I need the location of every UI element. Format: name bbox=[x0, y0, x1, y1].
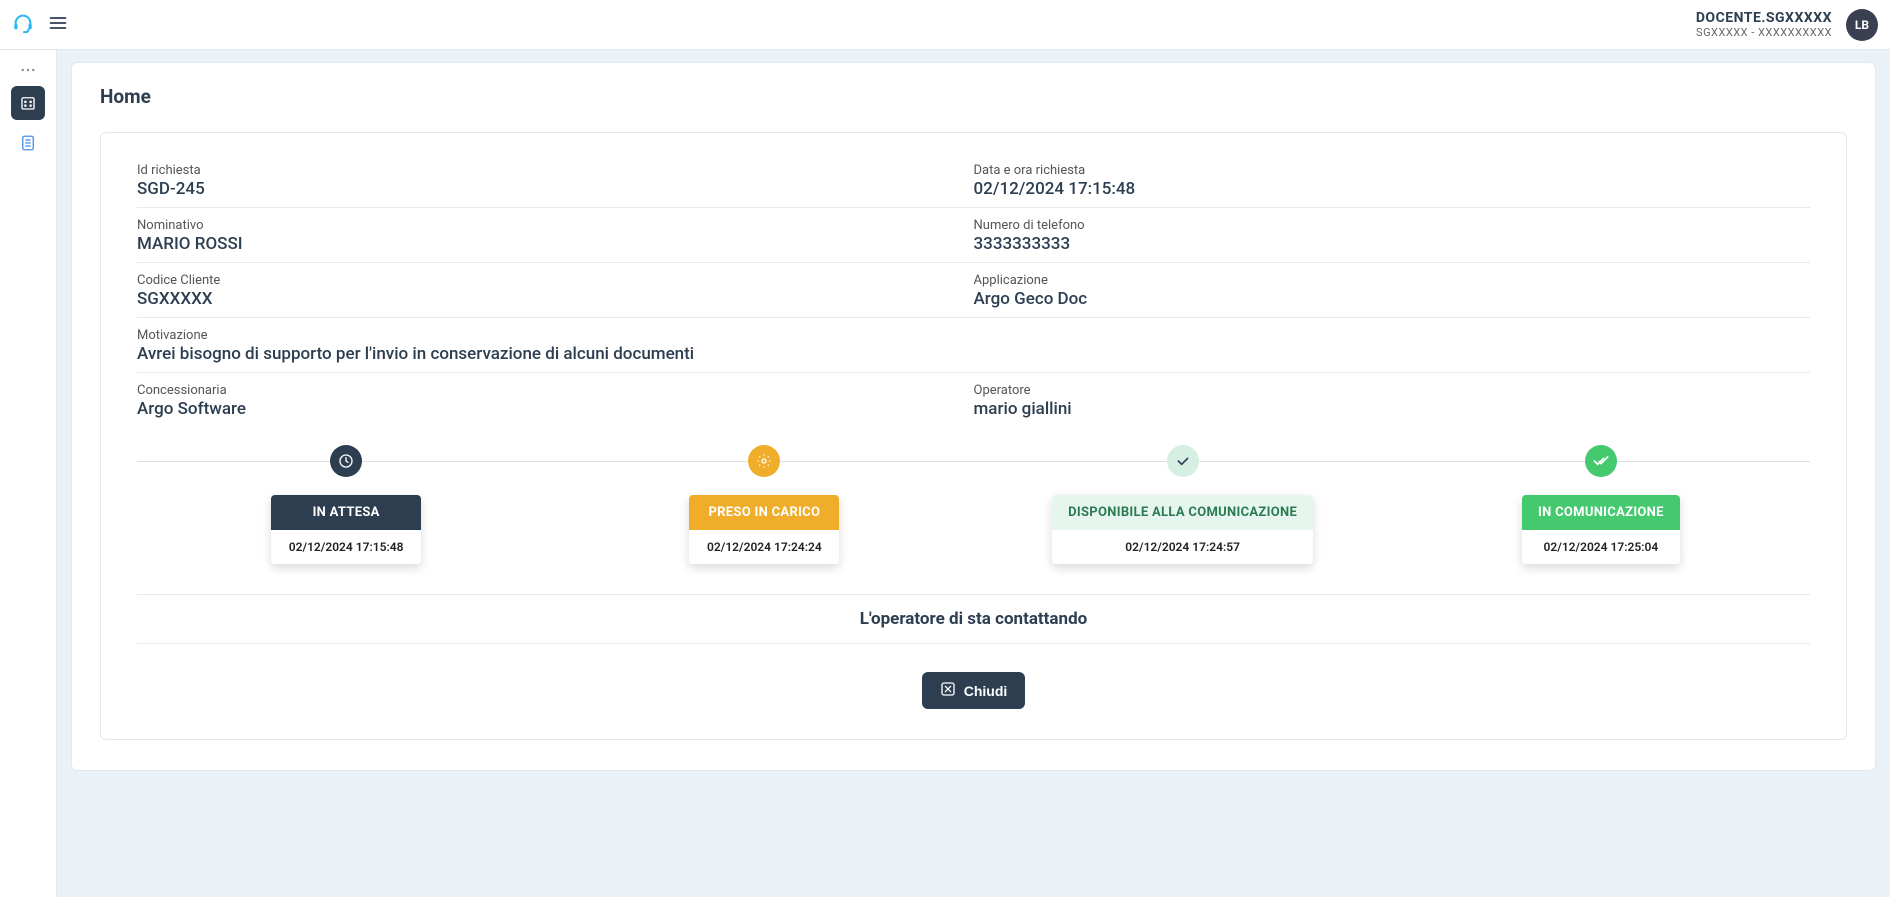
headset-icon bbox=[12, 12, 34, 38]
step-title: IN COMUNICAZIONE bbox=[1522, 495, 1680, 530]
step-title: IN ATTESA bbox=[271, 495, 421, 530]
step-taken: PRESO IN CARICO 02/12/2024 17:24:24 bbox=[555, 445, 973, 564]
topbar: DOCENTE.SGXXXXX SGXXXXX - XXXXXXXXXX LB bbox=[0, 0, 1890, 50]
request-detail-card: Id richiesta SGD-245 Data e ora richiest… bbox=[100, 132, 1847, 740]
user-line2: SGXXXXX - XXXXXXXXXX bbox=[1696, 26, 1832, 39]
value-motivation: Avrei bisogno di supporto per l'invio in… bbox=[137, 344, 1810, 364]
status-message: L'operatore di sta contattando bbox=[137, 609, 1810, 629]
page-card: Home Id richiesta SGD-245 Data e ora ric… bbox=[71, 62, 1876, 771]
value-dealer: Argo Software bbox=[137, 399, 974, 419]
label-name: Nominativo bbox=[137, 218, 974, 233]
step-title: DISPONIBILE ALLA COMUNICAZIONE bbox=[1052, 495, 1313, 530]
label-phone: Numero di telefono bbox=[974, 218, 1811, 233]
value-date: 02/12/2024 17:15:48 bbox=[974, 179, 1811, 199]
user-line1: DOCENTE.SGXXXXX bbox=[1696, 10, 1832, 27]
menu-toggle-button[interactable] bbox=[48, 13, 68, 37]
step-title: PRESO IN CARICO bbox=[689, 495, 839, 530]
double-check-icon bbox=[1585, 445, 1617, 477]
step-time: 02/12/2024 17:24:24 bbox=[689, 530, 839, 564]
label-motivation: Motivazione bbox=[137, 328, 1810, 343]
value-name: MARIO ROSSI bbox=[137, 234, 974, 254]
label-operator: Operatore bbox=[974, 383, 1811, 398]
sidebar-more-icon[interactable] bbox=[11, 60, 45, 80]
avatar-initials: LB bbox=[1855, 18, 1869, 32]
value-phone: 3333333333 bbox=[974, 234, 1811, 254]
check-icon bbox=[1167, 445, 1199, 477]
gear-icon bbox=[748, 445, 780, 477]
value-operator: mario giallini bbox=[974, 399, 1811, 419]
close-button[interactable]: Chiudi bbox=[922, 672, 1026, 709]
sidebar-item-home[interactable] bbox=[11, 86, 45, 120]
step-available: DISPONIBILE ALLA COMUNICAZIONE 02/12/202… bbox=[974, 445, 1392, 564]
label-app: Applicazione bbox=[974, 273, 1811, 288]
sidebar-item-list[interactable] bbox=[11, 126, 45, 160]
step-time: 02/12/2024 17:24:57 bbox=[1052, 530, 1313, 564]
sidebar bbox=[0, 50, 57, 897]
main-content: Home Id richiesta SGD-245 Data e ora ric… bbox=[57, 50, 1890, 897]
close-circle-icon bbox=[940, 681, 956, 700]
value-app: Argo Geco Doc bbox=[974, 289, 1811, 309]
step-waiting: IN ATTESA 02/12/2024 17:15:48 bbox=[137, 445, 555, 564]
value-clientcode: SGXXXXX bbox=[137, 289, 974, 309]
clock-icon bbox=[330, 445, 362, 477]
user-info: DOCENTE.SGXXXXX SGXXXXX - XXXXXXXXXX bbox=[1696, 10, 1832, 40]
step-time: 02/12/2024 17:25:04 bbox=[1522, 530, 1680, 564]
close-button-label: Chiudi bbox=[964, 683, 1008, 699]
step-time: 02/12/2024 17:15:48 bbox=[271, 530, 421, 564]
label-clientcode: Codice Cliente bbox=[137, 273, 974, 288]
step-communicating: IN COMUNICAZIONE 02/12/2024 17:25:04 bbox=[1392, 445, 1810, 564]
avatar[interactable]: LB bbox=[1846, 9, 1878, 41]
label-id: Id richiesta bbox=[137, 163, 974, 178]
status-timeline: IN ATTESA 02/12/2024 17:15:48 PRESO IN C… bbox=[137, 445, 1810, 564]
page-title: Home bbox=[100, 85, 1847, 108]
value-id: SGD-245 bbox=[137, 179, 974, 199]
label-dealer: Concessionaria bbox=[137, 383, 974, 398]
label-date: Data e ora richiesta bbox=[974, 163, 1811, 178]
